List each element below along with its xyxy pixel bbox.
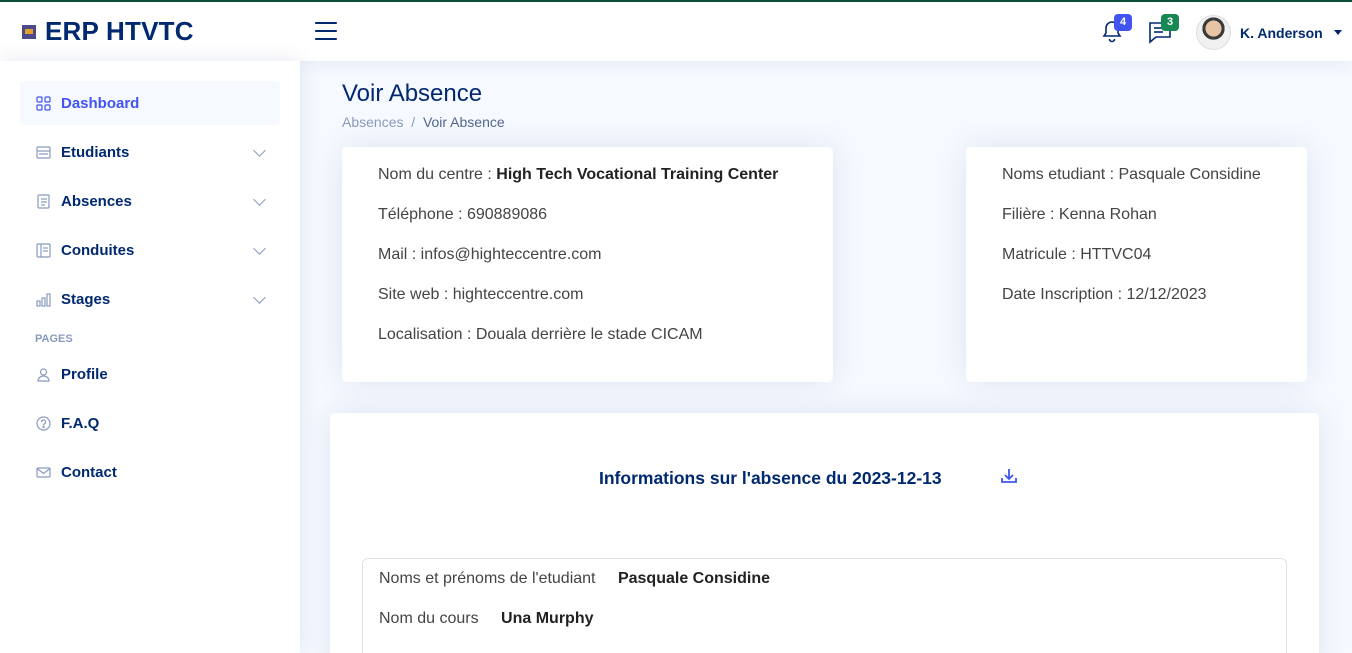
breadcrumb-separator: /	[407, 114, 420, 130]
page-title-block: Voir Absence Absences / Voir Absence	[342, 80, 505, 130]
sidebar-item-label: Etudiants	[61, 143, 130, 161]
student-inscription-date: Date Inscription : 12/12/2023	[1002, 286, 1207, 303]
sidebar-item-contact[interactable]: Contact	[20, 450, 280, 494]
app-title: ERP HTVTC	[45, 16, 194, 46]
toggle-sidebar-button[interactable]	[315, 22, 337, 40]
centre-name-label: Nom du centre :	[378, 166, 492, 183]
sidebar-item-conduites[interactable]: Conduites	[20, 228, 280, 272]
top-header: ERP HTVTC 4 3 K. Anderson	[0, 0, 1352, 61]
chevron-down-icon	[253, 242, 266, 255]
absence-course-value: Una Murphy	[501, 610, 594, 627]
bar-chart-icon	[35, 291, 51, 307]
page-title: Voir Absence	[342, 80, 483, 107]
sidebar-item-absences[interactable]: Absences	[20, 179, 280, 223]
sidebar: Dashboard Etudiants Absences Conduites S…	[0, 61, 300, 653]
breadcrumb-current: Voir Absence	[422, 114, 505, 130]
notifications-badge: 4	[1114, 14, 1132, 31]
sidebar-item-label: Profile	[61, 365, 108, 383]
chevron-down-icon	[253, 291, 266, 304]
journal-text-icon	[35, 193, 51, 209]
avatar	[1196, 15, 1231, 50]
breadcrumb: Absences / Voir Absence	[342, 114, 505, 130]
sidebar-item-profile[interactable]: Profile	[20, 352, 280, 396]
sidebar-item-label: Dashboard	[61, 94, 140, 112]
centre-phone: Téléphone : 690889086	[378, 206, 548, 223]
absence-student-label: Noms et prénoms de l'etudiant	[379, 570, 596, 587]
sidebar-item-label: Stages	[61, 290, 111, 308]
sidebar-item-label: F.A.Q	[61, 414, 100, 432]
centre-location: Localisation : Douala derrière le stade …	[378, 326, 703, 343]
sidebar-item-faq[interactable]: F.A.Q	[20, 401, 280, 445]
absence-title: Informations sur l'absence du 2023-12-13	[599, 468, 942, 488]
student-name: Noms etudiant : Pasquale Considine	[1002, 166, 1261, 183]
chevron-down-icon	[253, 144, 266, 157]
centre-name-value: High Tech Vocational Training Center	[496, 166, 779, 183]
menu-button-icon	[35, 144, 51, 160]
absence-course-label: Nom du cours	[379, 610, 479, 627]
logo-icon	[22, 24, 36, 39]
student-matricule: Matricule : HTTVC04	[1002, 246, 1152, 263]
sidebar-item-label: Conduites	[61, 241, 135, 259]
sidebar-item-label: Contact	[61, 463, 117, 481]
messages-badge: 3	[1161, 14, 1179, 31]
sidebar-item-label: Absences	[61, 192, 132, 210]
student-filiere: Filière : Kenna Rohan	[1002, 206, 1157, 223]
sidebar-item-dashboard[interactable]: Dashboard	[20, 81, 280, 125]
absence-student-row: Noms et prénoms de l'etudiant Pasquale C…	[379, 570, 770, 588]
absence-details: Noms et prénoms de l'etudiant Pasquale C…	[362, 558, 1287, 653]
download-button[interactable]	[999, 466, 1019, 486]
layout-text-icon	[35, 242, 51, 258]
notifications-button[interactable]: 4	[1100, 14, 1132, 47]
app-logo[interactable]: ERP HTVTC	[22, 16, 194, 47]
absence-student-value: Pasquale Considine	[617, 570, 770, 587]
envelope-icon	[35, 464, 51, 480]
centre-name: Nom du centre : High Tech Vocational Tra…	[378, 166, 778, 184]
question-circle-icon	[35, 415, 51, 431]
download-icon	[1001, 469, 1017, 483]
user-name: K. Anderson	[1240, 24, 1323, 41]
user-menu[interactable]: K. Anderson	[1196, 15, 1342, 50]
chevron-down-icon	[253, 193, 266, 206]
sidebar-item-etudiants[interactable]: Etudiants	[20, 130, 280, 174]
grid-icon	[35, 95, 51, 111]
sidebar-item-stages[interactable]: Stages	[20, 277, 280, 321]
person-icon	[35, 366, 51, 382]
centre-info-card: Nom du centre : High Tech Vocational Tra…	[342, 147, 833, 382]
chevron-down-icon	[1333, 30, 1342, 35]
centre-mail: Mail : infos@highteccentre.com	[378, 246, 602, 263]
absence-course-row: Nom du cours Una Murphy	[379, 610, 594, 628]
breadcrumb-link-absences[interactable]: Absences	[342, 114, 403, 130]
centre-website: Site web : highteccentre.com	[378, 286, 584, 303]
student-info-card: Noms etudiant : Pasquale Considine Filiè…	[966, 147, 1307, 382]
messages-button[interactable]: 3	[1147, 14, 1179, 47]
sidebar-heading: PAGES	[35, 333, 73, 345]
